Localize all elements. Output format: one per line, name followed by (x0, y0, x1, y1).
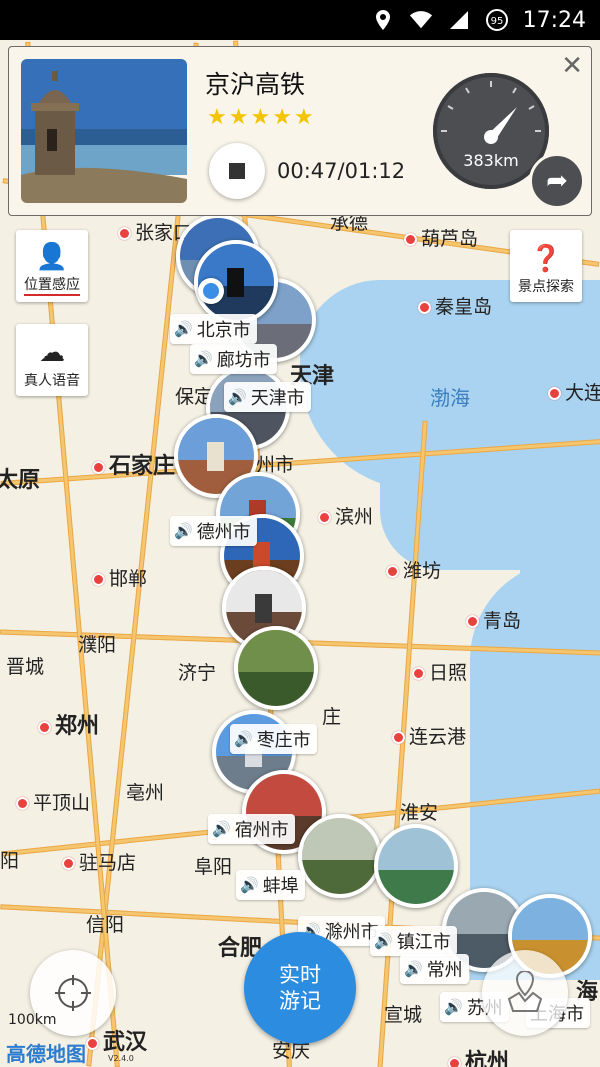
battery-level: 95 (490, 16, 503, 27)
cloud-download-icon: ☁ (39, 338, 65, 368)
rating-stars: ★ ★ ★ ★ ★ (207, 105, 314, 130)
city-label: 济宁 (178, 662, 217, 684)
star-icon: ★ (207, 105, 227, 130)
speaker-icon: 🔊 (240, 876, 259, 894)
amap-logo: 高德地图 (6, 1042, 86, 1066)
city-label: 亳州 (126, 782, 165, 804)
stop-icon (229, 163, 245, 179)
speaker-icon: 🔊 (212, 820, 231, 838)
sea-yellow-south (520, 440, 600, 640)
city-label: 石家庄 (92, 448, 175, 480)
stop-tag[interactable]: 🔊 常州 (400, 954, 469, 984)
stop-tag[interactable]: 🔊 枣庄市 (230, 724, 317, 754)
sea-label-bohai: 渤海 (430, 386, 470, 410)
stop-button[interactable] (209, 143, 265, 199)
speaker-icon: 🔊 (174, 522, 193, 540)
stop-tag[interactable]: 🔊 天津市 (224, 382, 311, 412)
speaker-icon: 🔊 (194, 350, 213, 368)
speaker-icon: 🔊 (174, 320, 193, 338)
city-label: 阳 (0, 850, 20, 872)
voice-button[interactable]: ☁ 真人语音 (16, 324, 88, 396)
status-bar: 95 17:24 (0, 0, 600, 40)
city-label: 邯郸 (92, 564, 147, 591)
wifi-icon (409, 8, 433, 32)
city-label: 驻马店 (62, 848, 136, 875)
poi-photo-marker[interactable] (298, 814, 382, 898)
person-broadcast-icon: 👤 (35, 242, 69, 272)
stop-tag[interactable]: 🔊 廊坊市 (190, 344, 277, 374)
explore-button[interactable]: ❓ 景点探索 (510, 230, 582, 302)
map-pin-icon (507, 971, 543, 1012)
explore-label: 景点探索 (518, 279, 574, 295)
close-button[interactable]: ✕ (561, 51, 583, 81)
voice-label: 真人语音 (24, 373, 80, 389)
speaker-icon: 🔊 (404, 960, 423, 978)
city-label: 连云港 (392, 722, 466, 749)
poi-pin-button[interactable] (482, 950, 568, 1036)
stop-tag[interactable]: 🔊 北京市 (170, 314, 257, 344)
location-sense-button[interactable]: 👤 位置感应 (16, 230, 88, 302)
playback-time: 00:47/01:12 (277, 159, 406, 183)
city-label: 葫芦岛 (404, 224, 478, 251)
city-label: 大连 (548, 378, 600, 405)
star-icon: ★ (293, 105, 314, 130)
signal-icon (447, 8, 471, 32)
stop-tag[interactable]: 🔊 蚌埠 (236, 870, 305, 900)
crosshair-icon (55, 975, 91, 1011)
now-playing-card: 京沪高铁 ★ ★ ★ ★ ★ 00:47/01:12 ✕ 383km ➦ (8, 46, 592, 216)
map-scale: 100km (8, 1012, 57, 1028)
speaker-icon: 🔊 (234, 730, 253, 748)
city-label: 阜阳 (194, 856, 233, 878)
poi-photo-marker[interactable] (234, 626, 318, 710)
speaker-icon: 🔊 (228, 388, 247, 406)
city-label: 郑州 (38, 708, 99, 740)
city-label: 淮安 (400, 802, 439, 824)
clock: 17:24 (522, 7, 586, 33)
city-label: 青岛 (466, 606, 521, 633)
location-sense-label: 位置感应 (24, 274, 80, 296)
speaker-icon: 🔊 (374, 932, 393, 950)
speaker-icon: 🔊 (444, 998, 463, 1016)
realtime-label-1: 实时 (279, 963, 321, 987)
city-label: 太原 (0, 468, 41, 493)
stop-tag[interactable]: 🔊 镇江市 (370, 926, 457, 956)
city-label: 日照 (412, 658, 467, 685)
realtime-journal-button[interactable]: 实时 游记 (244, 932, 356, 1044)
navigate-button[interactable]: ➦ (529, 153, 585, 209)
city-label: 晋城 (6, 656, 45, 678)
city-label: 庄 (322, 706, 342, 728)
star-icon: ★ (228, 105, 249, 130)
city-label: 宣城 (384, 1004, 423, 1026)
stop-tag[interactable]: 🔊 德州市 (170, 516, 257, 546)
city-label: 潍坊 (386, 556, 441, 583)
city-label: 信阳 (86, 914, 125, 936)
current-position-marker (198, 278, 224, 304)
star-icon: ★ (250, 105, 271, 130)
stop-tag[interactable]: 🔊 宿州市 (208, 814, 295, 844)
version-label: V2.4.0 (108, 1054, 134, 1063)
city-label: 杭州 (448, 1044, 509, 1067)
city-label: 秦皇岛 (418, 292, 492, 319)
city-label: 濮阳 (78, 634, 117, 656)
city-label: 滨州 (318, 502, 373, 529)
question-pin-icon: ❓ (529, 244, 563, 274)
realtime-label-2: 游记 (279, 989, 321, 1013)
turn-right-icon: ➦ (546, 166, 568, 196)
battery-icon: 95 (485, 8, 509, 32)
city-label: 平顶山 (16, 788, 90, 815)
star-icon: ★ (272, 105, 292, 130)
tour-thumbnail[interactable] (21, 59, 187, 203)
location-icon (371, 8, 395, 32)
tour-title: 京沪高铁 (205, 70, 306, 99)
